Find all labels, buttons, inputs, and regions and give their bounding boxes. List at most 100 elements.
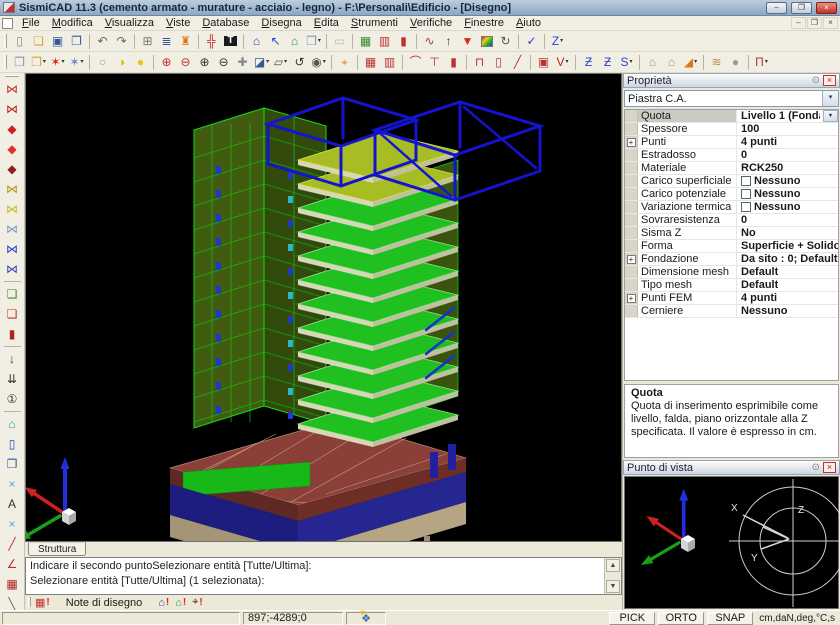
lamp-on-icon[interactable]: ● [131,53,150,72]
expand-icon[interactable]: + [627,138,636,147]
levels-icon[interactable]: ≣ [157,32,176,51]
protractor-icon[interactable]: ◢▾ [681,53,700,72]
redo-icon[interactable]: ↷ [112,32,131,51]
property-value[interactable]: Default [737,266,838,278]
property-value[interactable]: No [737,227,838,239]
chevron-down-icon[interactable]: ▾ [822,91,838,106]
node-dark-red-icon[interactable]: ◆ [2,159,23,179]
numbering-x-icon[interactable]: × [2,514,23,534]
menu-item-file[interactable]: File [16,16,46,30]
truss-node-gold-icon[interactable]: ⋈ [2,179,23,199]
property-value[interactable]: Livello 1 (Fondazione)▾ [737,110,838,122]
zoom-in-icon[interactable]: ⊕ [195,53,214,72]
property-row-spessore[interactable]: Spessore100 [625,123,838,136]
save-icon[interactable]: ▣ [48,32,67,51]
property-row-sisma-z[interactable]: Sisma ZNo [625,227,838,240]
rotate-tool-icon[interactable]: ↻ [496,32,515,51]
menu-item-viste[interactable]: Viste [160,16,196,30]
plan-grid-icon[interactable]: ╬ [202,32,221,51]
property-value[interactable]: Nessuno [737,175,838,187]
solids-view-icon[interactable]: ❒▾ [304,32,323,51]
check-structure-alert-icon[interactable]: ⌂! [156,596,171,609]
masonry-bridge-icon[interactable]: Π▾ [752,53,771,72]
new-file-icon[interactable]: ▯ [10,32,29,51]
close-icon[interactable]: × [823,75,836,86]
undo-icon[interactable]: ↶ [93,32,112,51]
slab-star-icon[interactable]: ✶▾ [48,53,67,72]
layers-cell[interactable]: ❖★ [346,612,386,625]
search-alert-icon[interactable]: ⌖! [190,596,205,609]
lamp-off-icon[interactable]: ○ [93,53,112,72]
view-structure-icon[interactable]: ⌂ [247,32,266,51]
expand-icon[interactable]: + [627,255,636,264]
snap-toggle[interactable]: SNAP [707,612,753,625]
property-row-variazione-termica[interactable]: Variazione termicaNessuno [625,201,838,214]
zoom-previous-icon[interactable]: ⊖ [176,53,195,72]
property-row-punti-fem[interactable]: +Punti FEM4 punti [625,292,838,305]
pin-icon[interactable]: ⊙ [812,462,820,473]
property-value[interactable]: Nessuno [737,305,838,317]
menu-item-finestre[interactable]: Finestre [458,16,510,30]
block-red-icon[interactable]: ▮ [2,324,23,344]
database-codes-icon[interactable]: ⊞ [138,32,157,51]
measure-line-icon[interactable]: ╱ [2,534,23,554]
menu-item-edita[interactable]: Edita [308,16,345,30]
save-all-icon[interactable]: ❐ [67,32,86,51]
lamp-half-icon[interactable]: ◑ [112,53,131,72]
numbered-region-icon[interactable]: ① [2,389,23,409]
view-box-icon[interactable]: ▱▾ [271,53,290,72]
slab-red-icon[interactable]: ❏ [2,304,23,324]
beam-section-icon[interactable]: ⊤ [425,53,444,72]
toolbar-grip[interactable] [5,75,19,77]
window-frame-green-icon[interactable]: ▦ [356,32,375,51]
plate-plan-icon[interactable]: ▣ [534,53,553,72]
document-icon[interactable] [2,18,13,29]
reinforcement-red-icon[interactable]: ▥ [375,32,394,51]
beam-incline-icon[interactable]: ╱ [508,53,527,72]
diamond-red-icon[interactable]: ◆ [2,139,23,159]
property-value[interactable]: Default [737,279,838,291]
text-tool-icon[interactable]: T [221,32,240,51]
property-row-materiale[interactable]: MaterialeRCK250 [625,162,838,175]
view-add-icon[interactable]: ⌂ [285,32,304,51]
stone-icon[interactable]: ● [726,53,745,72]
steel-profile-1-icon[interactable]: Ƶ [579,53,598,72]
property-value[interactable]: Nessuno [737,201,838,213]
column-icon[interactable]: ▮ [444,53,463,72]
property-value[interactable]: 0 [737,214,838,226]
property-value[interactable]: Nessuno [737,188,838,200]
entity-type-select[interactable]: Piastra C.A. ▾ [624,90,839,107]
preferences-icon[interactable]: ♜ [176,32,195,51]
slab-insert-icon[interactable]: ❒▾ [29,53,48,72]
copy-entity-icon[interactable]: ❐ [2,454,23,474]
slab-green-icon[interactable]: ❏ [2,284,23,304]
menu-item-modifica[interactable]: Modifica [46,16,99,30]
truss-node-navy-icon[interactable]: ⋈ [2,259,23,279]
eyedropper-icon[interactable]: ╲ [2,594,23,610]
panel-blue-icon[interactable]: ▯ [2,434,23,454]
scroll-up-icon[interactable]: ▲ [606,559,620,572]
steel-profile-3-icon[interactable]: S▾ [617,53,636,72]
drawing-notes-alert-icon[interactable]: ▦! [33,596,52,609]
property-value[interactable]: Superficie + Solido [737,240,838,252]
house-cyan-icon[interactable]: ⌂ [2,414,23,434]
verify-icon[interactable]: V▾ [553,53,572,72]
toolbar-grip[interactable] [4,34,7,48]
notes-label[interactable]: Note di disegno [54,597,154,609]
restore-button[interactable]: ❐ [791,2,812,14]
table-grid-red-icon[interactable]: ▦ [2,574,23,594]
truss-node-red-2-icon[interactable]: ⋈ [2,99,23,119]
wall-opening-icon[interactable]: ▦ [361,53,380,72]
menu-item-disegna[interactable]: Disegna [255,16,307,30]
property-row-sovraresistenza[interactable]: Sovraresistenza0 [625,214,838,227]
blank-sheet-icon[interactable]: ▭ [330,32,349,51]
bar-red-icon[interactable]: ▮ [394,32,413,51]
property-row-dimensione-mesh[interactable]: Dimensione meshDefault [625,266,838,279]
close-icon[interactable]: × [823,462,836,473]
arrow-up-tool-icon[interactable]: ↑ [439,32,458,51]
menu-item-aiuto[interactable]: Aiuto [510,16,547,30]
toolbar-grip[interactable] [28,597,31,607]
orbit-icon[interactable]: ↺ [290,53,309,72]
menu-item-visualizza[interactable]: Visualizza [99,16,160,30]
slab-3d-icon[interactable]: ❒ [10,53,29,72]
